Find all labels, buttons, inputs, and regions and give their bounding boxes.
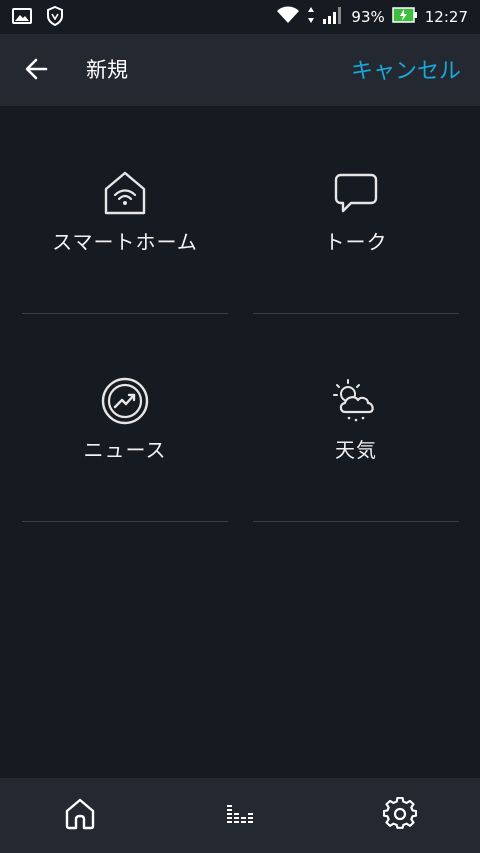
tile-news[interactable]: ニュース [22, 314, 228, 522]
battery-percent: 93% [351, 8, 385, 26]
page-title: 新規 [86, 58, 128, 82]
tile-smart-home[interactable]: スマートホーム [22, 106, 228, 314]
cancel-button[interactable]: キャンセル [351, 53, 461, 85]
wifi-icon [276, 5, 300, 29]
bottom-nav [0, 778, 480, 853]
data-arrows-icon [307, 5, 315, 29]
settings-gear-icon [382, 796, 418, 835]
divider [253, 521, 459, 522]
home-icon [63, 797, 97, 835]
speech-bubble-icon [331, 168, 381, 218]
equalizer-icon [223, 797, 257, 835]
signal-icon [322, 5, 344, 29]
nav-home-button[interactable] [62, 798, 98, 834]
shield-icon [46, 5, 64, 30]
arrow-left-icon [22, 58, 52, 88]
status-left [12, 5, 64, 30]
tile-label: ニュース [83, 438, 167, 462]
nav-settings-button[interactable] [382, 796, 418, 835]
status-right: 93% 12:27 [276, 5, 468, 29]
nav-play-button[interactable] [222, 798, 258, 834]
tile-label: トーク [324, 230, 388, 254]
smart-home-icon [100, 168, 150, 218]
battery-charging-icon [392, 6, 418, 28]
clock: 12:27 [424, 8, 468, 26]
news-icon [100, 376, 150, 426]
tile-label: 天気 [335, 438, 377, 462]
tile-label: スマートホーム [52, 230, 198, 254]
weather-icon [331, 376, 381, 426]
tile-talk[interactable]: トーク [253, 106, 459, 314]
back-button[interactable] [22, 54, 52, 84]
status-bar: 93% 12:27 [0, 0, 480, 34]
tile-weather[interactable]: 天気 [253, 314, 459, 522]
header: 新規 キャンセル [0, 34, 480, 106]
divider [22, 521, 228, 522]
gallery-icon [12, 7, 32, 29]
